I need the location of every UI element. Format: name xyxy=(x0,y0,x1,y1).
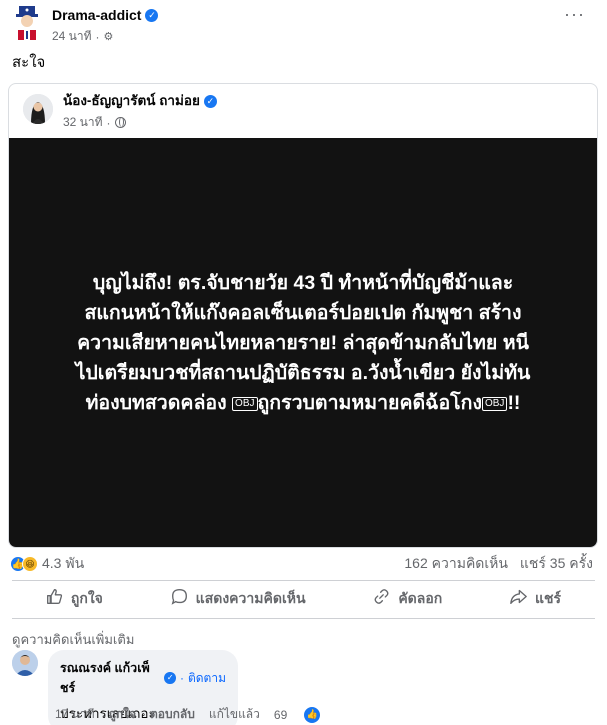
comment-edited-label: แก้ไขแล้ว xyxy=(208,707,260,721)
headline-text: บุญไม่ถึง! ตร.จับชายวัย 43 ปี ทำหน้าที่บ… xyxy=(48,268,558,418)
speech-bubble-icon xyxy=(171,588,188,610)
headline-fragment: ท่องบทสวดคล่อง xyxy=(85,392,233,414)
share-count[interactable]: แชร์ 35 ครั้ง xyxy=(520,555,593,571)
separator-dot: · xyxy=(95,29,100,44)
headline-line: สแกนหน้าให้แก๊งคอลเซ็นเตอร์ปอยเปต กัมพูช… xyxy=(84,302,522,324)
shared-post-card[interactable]: น้อง-ธัญญารัตน์ ถาม่อย ✓ 32 นาที · บุญไม… xyxy=(8,83,598,548)
post-author-name[interactable]: Drama-addict xyxy=(52,6,141,24)
like-button[interactable]: ถูกใจ xyxy=(46,588,103,610)
reaction-count[interactable]: 4.3 พัน xyxy=(42,553,84,575)
headline-line: ความเสียหายคนไทยหลายราย! ล่าสุดข้ามกลับไ… xyxy=(77,332,529,354)
share-button[interactable]: แชร์ xyxy=(510,588,561,610)
headline-fragment: !! xyxy=(507,392,521,414)
shared-author-name[interactable]: น้อง-ธัญญารัตน์ ถาม่อย xyxy=(63,92,200,110)
commenter-avatar[interactable] xyxy=(12,650,38,676)
comment-reaction-count[interactable]: 69 👍 xyxy=(273,706,334,723)
view-more-comments-link[interactable]: ดูความคิดเห็นเพิ่มเติม xyxy=(12,629,134,650)
headline-fragment: ถูกรวบตามหมายคดีฉ้อโกง xyxy=(257,392,482,414)
comment-reply-button[interactable]: ตอบกลับ xyxy=(150,705,195,724)
share-arrow-icon xyxy=(510,588,527,610)
follow-separator: · xyxy=(179,671,184,685)
thumbs-up-icon xyxy=(46,588,63,610)
divider xyxy=(12,580,595,581)
gear-icon: ⚙ xyxy=(103,31,114,43)
post-header: Drama-addict ✓ 24 นาที · ⚙ xyxy=(12,6,159,46)
comment-actions: 17 นาที ถูกใจ ตอบกลับ แก้ไขแล้ว 69 👍 xyxy=(55,705,334,724)
follow-button[interactable]: ติดตาม xyxy=(188,669,226,688)
divider xyxy=(12,618,595,619)
more-options-icon[interactable]: ··· xyxy=(564,5,585,23)
headline-line: ไปเตรียมบวชที่สถานปฏิบัติธรรม อ.วังน้ำเข… xyxy=(75,362,531,384)
post-actions: ถูกใจ แสดงความคิดเห็น คัดลอก แชร์ xyxy=(12,584,595,614)
comment-like-button[interactable]: ถูกใจ xyxy=(109,705,136,724)
haha-reaction-icon: 😆 xyxy=(22,556,38,572)
shared-image[interactable]: บุญไม่ถึง! ตร.จับชายวัย 43 ปี ทำหน้าที่บ… xyxy=(9,138,597,547)
reactions-summary[interactable]: 👍 😆 4.3 พัน xyxy=(10,553,84,575)
like-label: ถูกใจ xyxy=(70,590,103,606)
portrait-avatar-icon xyxy=(12,650,38,676)
author-avatar[interactable] xyxy=(12,6,42,40)
portrait-avatar-icon xyxy=(23,94,53,124)
shared-author-avatar[interactable] xyxy=(23,94,53,124)
post-timestamp[interactable]: 24 นาที xyxy=(52,27,92,46)
comment-label: แสดงความคิดเห็น xyxy=(195,590,306,606)
engagement-stats: 👍 😆 4.3 พัน 162 ความคิดเห็น แชร์ 35 ครั้… xyxy=(10,553,593,575)
copy-button[interactable]: คัดลอก xyxy=(373,588,442,610)
headline-line: บุญไม่ถึง! ตร.จับชายวัย 43 ปี ทำหน้าที่บ… xyxy=(92,272,514,294)
comment-button[interactable]: แสดงความคิดเห็น xyxy=(171,588,306,610)
verified-badge-icon: ✓ xyxy=(145,8,159,22)
like-reaction-icon: 👍 xyxy=(304,706,321,723)
comment-count[interactable]: 162 ความคิดเห็น xyxy=(404,555,508,571)
copy-icon xyxy=(373,588,390,610)
headline-line: ท่องบทสวดคล่อง OBJ ถูกรวบตามหมายคดีฉ้อโกง… xyxy=(48,388,558,418)
globe-icon xyxy=(114,117,126,128)
copy-label: คัดลอก xyxy=(398,590,443,606)
separator-dot: · xyxy=(106,115,111,130)
verified-badge-icon: ✓ xyxy=(203,94,217,108)
comment-like-number: 69 xyxy=(273,707,288,722)
post-text: สะใจ xyxy=(12,54,46,71)
share-label: แชร์ xyxy=(535,590,562,606)
shared-timestamp[interactable]: 32 นาที xyxy=(63,113,103,132)
verified-badge-icon: ✓ xyxy=(164,672,176,684)
shared-post-header: น้อง-ธัญญารัตน์ ถาม่อย ✓ 32 นาที · xyxy=(9,84,597,136)
commenter-name[interactable]: รณณรงค์ แก้วเพ็ชร์ xyxy=(60,658,160,698)
obj-placeholder-icon: OBJ xyxy=(481,396,508,411)
obj-placeholder-icon: OBJ xyxy=(232,396,258,411)
comment-timestamp[interactable]: 17 นาที xyxy=(55,705,95,724)
uncle-sam-avatar-icon xyxy=(16,6,38,40)
